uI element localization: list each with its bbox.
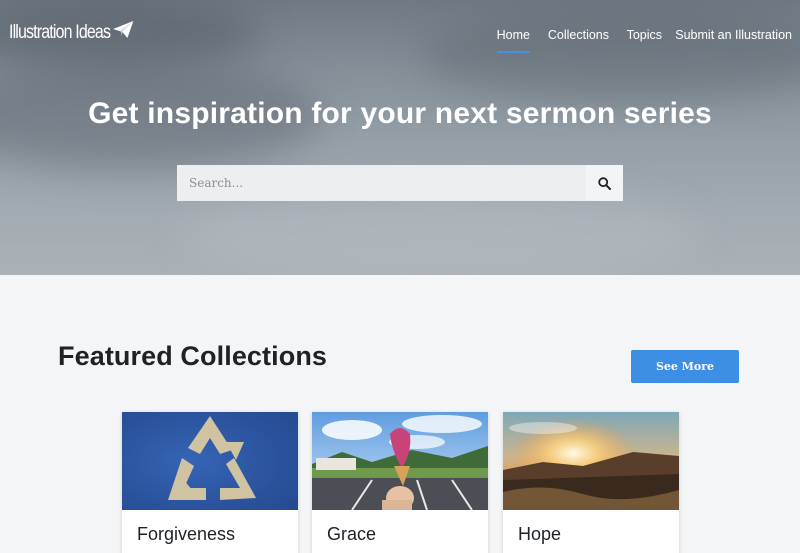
collection-card-forgiveness[interactable]: Forgiveness — [122, 412, 298, 553]
search-input[interactable] — [177, 165, 586, 201]
nav-home[interactable]: Home — [496, 28, 531, 53]
cloud-shape — [180, 190, 700, 275]
sunset-hills-image — [503, 412, 679, 510]
nav-submit-illustration[interactable]: Submit an Illustration — [675, 28, 792, 42]
featured-collections-title: Featured Collections — [58, 341, 328, 371]
hero-banner: Illustration Ideas Home Collections Topi… — [0, 0, 800, 275]
cloud-shape — [420, 10, 800, 100]
collection-card-grace[interactable]: Grace — [312, 412, 488, 553]
ice-cream-cone-image — [312, 412, 488, 510]
collection-card-hope[interactable]: Hope — [503, 412, 679, 553]
recycle-symbol-image — [122, 412, 298, 510]
hero-title: Get inspiration for your next sermon ser… — [88, 97, 712, 130]
card-title: Grace — [327, 524, 377, 544]
see-more-button[interactable]: See More — [631, 350, 739, 383]
nav-topics[interactable]: Topics — [627, 28, 662, 42]
logo-text: Illustration Ideas — [9, 22, 111, 43]
card-title: Hope — [518, 524, 562, 544]
site-logo[interactable]: Illustration Ideas — [9, 21, 134, 44]
search-button[interactable] — [586, 165, 623, 201]
nav-collections[interactable]: Collections — [548, 28, 609, 42]
paper-plane-icon — [113, 21, 134, 38]
search-icon — [598, 176, 611, 190]
search-bar — [177, 165, 623, 201]
card-title: Forgiveness — [137, 524, 236, 544]
